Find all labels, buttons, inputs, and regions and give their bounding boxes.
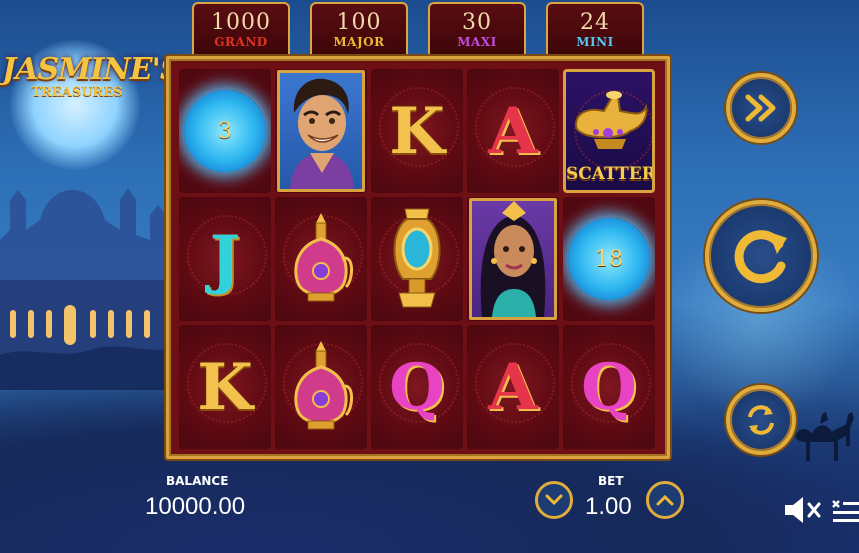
reel-cell-potion [275, 197, 367, 321]
letter-k-symbol: K [389, 93, 445, 169]
reel-cell-q: Q [563, 325, 655, 449]
jackpot-major-label: MAJOR [333, 35, 385, 49]
bet-label: BET [598, 474, 624, 488]
aladdin-portrait-icon [290, 78, 354, 189]
jackpot-mini: 24 MINI [546, 2, 644, 62]
jackpot-grand-label: GRAND [214, 35, 268, 49]
reel-cell-orb: 3 [179, 69, 271, 193]
letter-q-symbol: Q [389, 349, 445, 425]
blue-orb-symbol: 3 [184, 90, 266, 172]
reel-cell-a: A [467, 69, 559, 193]
perfume-bottle-icon [294, 213, 353, 302]
jackpot-maxi-value: 30 [462, 10, 492, 35]
letter-k-symbol: K [197, 349, 253, 425]
golden-vase-icon [393, 208, 441, 308]
jackpot-maxi-label: MAXI [457, 35, 497, 49]
reel-cell-q: Q [371, 325, 463, 449]
orb-value: 18 [595, 246, 623, 272]
menu-icon [832, 500, 859, 522]
reel-cell-aladdin [275, 69, 367, 193]
orb-value: 3 [218, 118, 232, 144]
jackpot-bar: 1000 GRAND 100 MAJOR 30 MAXI 24 MINI [190, 2, 670, 62]
spin-button[interactable] [705, 200, 817, 312]
perfume-bottle-icon [294, 341, 353, 430]
reel-area: 3 K A SCATTER J 18 K Q A Q [166, 56, 670, 459]
reel-cell-scatter: SCATTER [563, 69, 655, 193]
reel-cell-k: K [179, 325, 271, 449]
jackpot-mini-value: 24 [580, 10, 610, 35]
bet-decrease-button[interactable] [535, 481, 573, 519]
game-logo: JASMINE'S TREASURES [2, 52, 182, 100]
balance-value: 10000.00 [145, 493, 246, 520]
camel-silhouette [795, 412, 854, 461]
bet-increase-button[interactable] [646, 481, 684, 519]
reel-grid: 3 K A SCATTER J 18 K Q A Q [179, 69, 657, 449]
jackpot-major: 100 MAJOR [310, 2, 408, 62]
reel-cell-k: K [371, 69, 463, 193]
letter-q-symbol: Q [581, 349, 637, 425]
reel-cell-j: J [179, 197, 271, 321]
palace-silhouette [0, 188, 175, 390]
sound-toggle-button[interactable] [783, 493, 823, 527]
bet-value: 1.00 [585, 493, 632, 520]
reel-cell-potion [275, 325, 367, 449]
muted-speaker-icon [785, 497, 821, 523]
reel-cell-jasmine [467, 197, 559, 321]
blue-orb-symbol: 18 [568, 218, 650, 300]
letter-j-symbol: J [209, 221, 241, 297]
spin-arrow-icon [734, 230, 787, 284]
jackpot-major-value: 100 [336, 10, 382, 35]
reel-cell-a: A [467, 325, 559, 449]
autoplay-icon [748, 405, 774, 435]
logo-title: JASMINE'S [2, 52, 182, 87]
autoplay-button[interactable] [726, 385, 796, 455]
jasmine-portrait-icon [480, 201, 546, 317]
reel-cell-orb: 18 [563, 197, 655, 321]
letter-a-symbol: A [488, 93, 538, 169]
jackpot-grand-value: 1000 [211, 10, 271, 35]
fast-forward-icon [745, 94, 776, 122]
menu-button[interactable] [831, 493, 859, 527]
reel-cell-lantern [371, 197, 463, 321]
scatter-label: SCATTER [566, 164, 655, 184]
jasmine-symbol [469, 198, 557, 320]
magic-lamp-icon [574, 91, 648, 149]
balance-label: BALANCE [166, 474, 229, 488]
logo-subtitle: TREASURES [31, 85, 123, 100]
jackpot-grand: 1000 GRAND [192, 2, 290, 62]
aladdin-symbol [277, 70, 365, 192]
jackpot-maxi: 30 MAXI [428, 2, 526, 62]
chevron-up-icon [656, 494, 674, 506]
letter-a-symbol: A [488, 349, 538, 425]
turbo-button[interactable] [726, 73, 796, 143]
jackpot-mini-label: MINI [576, 35, 614, 49]
chevron-down-icon [545, 494, 563, 506]
